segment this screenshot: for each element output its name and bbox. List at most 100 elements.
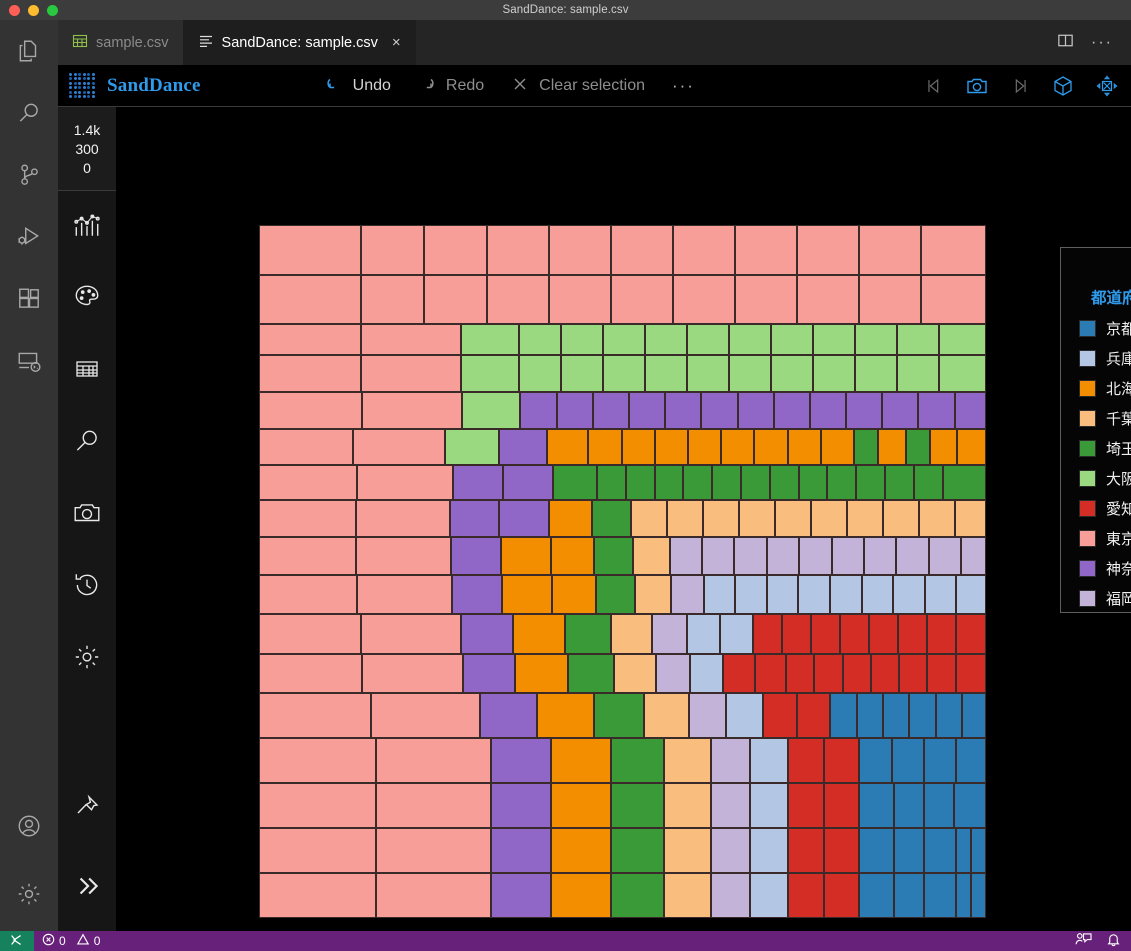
treemap-cell[interactable] [491,738,552,783]
treemap-cell[interactable] [788,738,824,783]
treemap-cell[interactable] [719,614,753,654]
treemap-cell[interactable] [831,537,864,575]
legend-item[interactable]: 埼玉 [1079,434,1131,462]
treemap-cell[interactable] [500,537,551,575]
color-legend[interactable]: 都道府県名 京都兵庫北海道千葉埼玉大阪愛知東京神奈川福岡 [1060,247,1131,613]
treemap-cell[interactable] [549,275,611,324]
treemap-cell[interactable] [561,355,603,392]
treemap-cell[interactable] [738,500,775,537]
treemap-cell[interactable] [896,537,929,575]
treemap-cell[interactable] [773,392,810,429]
treemap-cell[interactable] [734,537,767,575]
treemap-cell[interactable] [711,873,751,918]
treemap-cell[interactable] [970,873,986,918]
tab-sample-csv[interactable]: sample.csv [58,20,184,65]
treemap-cell[interactable] [750,873,789,918]
treemap-cell[interactable] [259,355,361,392]
treemap-cell[interactable] [921,275,986,324]
rail-item-settings[interactable] [58,623,116,695]
treemap-cell[interactable] [551,828,611,873]
treemap-cell[interactable] [712,465,742,500]
treemap-cell[interactable] [376,738,492,783]
treemap-cell[interactable] [754,429,788,465]
treemap-cell[interactable] [882,500,919,537]
treemap-cell[interactable] [259,873,377,918]
treemap-cell[interactable] [376,783,492,828]
treemap-cell[interactable] [939,324,986,355]
treemap-cell[interactable] [893,575,925,614]
treemap-cell[interactable] [361,355,461,392]
treemap-cell[interactable] [487,225,549,275]
treemap-cell[interactable] [687,355,729,392]
treemap-cell[interactable] [259,738,377,783]
treemap-cell[interactable] [769,465,799,500]
treemap-cell[interactable] [961,693,986,738]
treemap-cell[interactable] [859,275,921,324]
treemap-cell[interactable] [721,429,755,465]
rail-item-chart[interactable] [58,191,116,263]
treemap-cell[interactable] [711,738,751,783]
treemap-cell[interactable] [686,614,720,654]
treemap-cell[interactable] [953,783,986,828]
treemap-cell[interactable] [611,614,653,654]
treemap-cell[interactable] [597,465,626,500]
treemap-cell[interactable] [839,614,869,654]
treemap-cell[interactable] [595,575,635,614]
treemap-cell[interactable] [927,654,956,693]
treemap-cell[interactable] [723,654,755,693]
treemap-cell[interactable] [830,575,862,614]
tab-sanddance-sample-csv[interactable]: SandDance: sample.csv × [183,20,416,65]
treemap-cell[interactable] [918,500,955,537]
treemap-cell[interactable] [810,500,847,537]
treemap-cell[interactable] [519,355,561,392]
treemap-cell[interactable] [361,614,462,654]
treemap-cell[interactable] [813,355,855,392]
treemap-cell[interactable] [882,392,919,429]
sidebar-item-extensions[interactable] [0,268,58,330]
treemap-cell[interactable] [774,500,811,537]
camera-icon[interactable] [965,74,989,98]
treemap-cell[interactable] [766,575,799,614]
treemap-cell[interactable] [461,614,514,654]
treemap-cell[interactable] [361,324,461,355]
treemap-cell[interactable] [786,654,815,693]
treemap-cell[interactable] [654,465,684,500]
treemap-cell[interactable] [621,429,655,465]
treemap-cell[interactable] [259,392,362,429]
treemap-cell[interactable] [703,575,736,614]
live-share-icon[interactable] [1075,932,1092,950]
treemap-cell[interactable] [611,275,673,324]
treemap-cell[interactable] [610,738,664,783]
treemap-cell[interactable] [634,575,672,614]
treemap-cell[interactable] [823,738,860,783]
treemap-cell[interactable] [356,465,453,500]
treemap-cell[interactable] [673,225,735,275]
treemap-cell[interactable] [954,500,986,537]
legend-item[interactable]: 愛知 [1079,494,1131,522]
treemap-cell[interactable] [882,693,910,738]
treemap-cell[interactable] [918,392,955,429]
treemap-cell[interactable] [868,614,898,654]
treemap-cell[interactable] [370,693,481,738]
treemap-cell[interactable] [923,873,957,918]
clear-selection-button[interactable]: Clear selection [499,70,656,102]
treemap-cell[interactable] [961,537,986,575]
treemap-cell[interactable] [361,392,463,429]
treemap-cell[interactable] [424,225,487,275]
treemap-cell[interactable] [502,465,553,500]
treemap-cell[interactable] [942,465,986,500]
treemap-cell[interactable] [810,614,840,654]
treemap-cell[interactable] [846,392,883,429]
treemap-cell[interactable] [501,575,552,614]
treemap-cell[interactable] [788,873,824,918]
sidebar-item-manage-settings[interactable] [0,857,58,931]
treemap-cell[interactable] [520,392,557,429]
treemap-cell[interactable] [546,429,589,465]
treemap-cell[interactable] [588,429,622,465]
treemap-cell[interactable] [926,614,956,654]
legend-item[interactable]: 東京 [1079,524,1131,552]
treemap-cell[interactable] [820,429,854,465]
treemap-cell[interactable] [663,828,712,873]
tab-close-button[interactable]: × [392,35,401,50]
treemap-cell[interactable] [561,324,603,355]
